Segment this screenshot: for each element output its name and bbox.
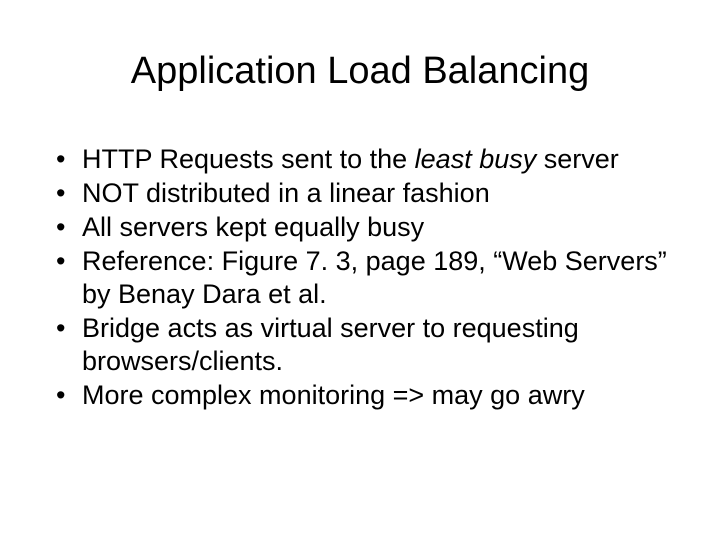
list-item: More complex monitoring => may go awry [50, 379, 690, 412]
bullet-text-pre: Reference: Figure 7. 3, page 189, “Web S… [82, 246, 667, 309]
bullet-text-pre: All servers kept equally busy [82, 212, 424, 242]
list-item: Bridge acts as virtual server to request… [50, 312, 690, 378]
list-item: Reference: Figure 7. 3, page 189, “Web S… [50, 245, 690, 311]
slide-title: Application Load Balancing [30, 50, 690, 93]
bullet-text-pre: Bridge acts as virtual server to request… [82, 313, 579, 376]
bullet-list: HTTP Requests sent to the least busy ser… [30, 143, 690, 412]
bullet-text-pre: NOT distributed in a linear fashion [82, 178, 490, 208]
list-item: HTTP Requests sent to the least busy ser… [50, 143, 690, 176]
list-item: NOT distributed in a linear fashion [50, 177, 690, 210]
bullet-text-post: server [536, 144, 619, 174]
bullet-text-pre: More complex monitoring => may go awry [82, 380, 585, 410]
bullet-text-pre: HTTP Requests sent to the [82, 144, 415, 174]
bullet-text-italic: least busy [415, 144, 537, 174]
list-item: All servers kept equally busy [50, 211, 690, 244]
